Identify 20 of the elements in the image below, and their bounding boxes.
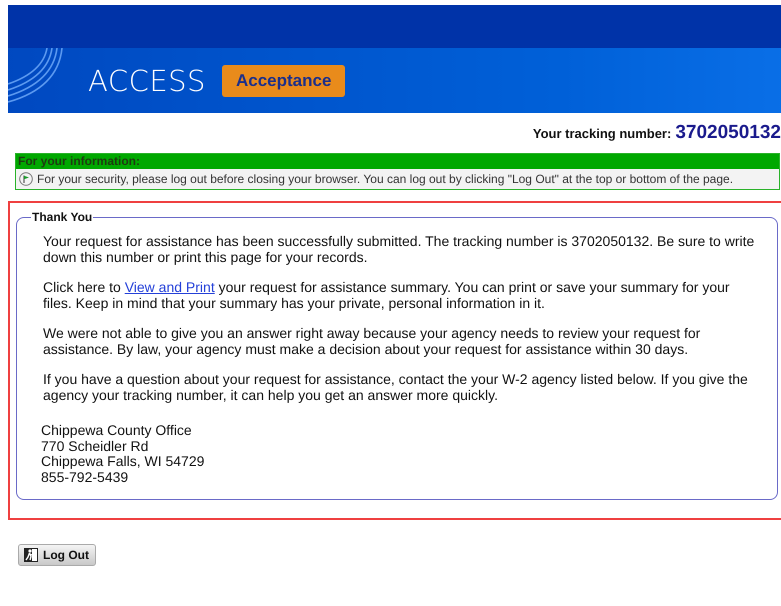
info-message: For your security, please log out before closing your browser. You can log out by clicking "Log Out" at the top or bottom of the page. (16, 169, 779, 189)
panel-legend: Thank You (31, 209, 94, 225)
exit-icon (23, 547, 39, 563)
address-line: 855-792-5439 (41, 470, 130, 485)
address-line: 770 Scheidler Rd (41, 438, 148, 454)
panel-paragraph: If you have a question about your request for assistance, contact the your W-2 agency listed below. If you give the agency your tracking number, it can help you get an answer more quickly. (43, 371, 749, 403)
info-title: For your information: (16, 154, 779, 169)
tracking-label: Your tracking number: (532, 126, 672, 141)
arc-lines-icon (8, 48, 64, 106)
logo-text: ACCESS (88, 64, 206, 98)
logout-button[interactable]: Log Out (18, 544, 96, 566)
panel-paragraph: Click here to View and Print your request for assistance summary. You can print or save your summary for your files. Keep in mind that your summary has your private, personal information in it. (43, 279, 731, 311)
view-print-link[interactable]: View and Print (124, 279, 215, 295)
address-line: Chippewa Falls, WI 54729 (41, 454, 206, 470)
address-line: Chippewa County Office (41, 423, 193, 438)
flag-icon (19, 172, 33, 186)
acceptance-badge: Acceptance (222, 64, 346, 96)
tracking-number: 3702050132 (675, 122, 781, 144)
panel-paragraph: We were not able to give you an answer right away because your agency needs to review your request for assistance. By law, your agency must make a decision about your request for assistance within 30 days. (43, 325, 702, 357)
panel-paragraph: Your request for assistance has been successfully submitted. The tracking number is 3702050132. Be sure to write down this number or print this page for your records. (43, 233, 756, 265)
